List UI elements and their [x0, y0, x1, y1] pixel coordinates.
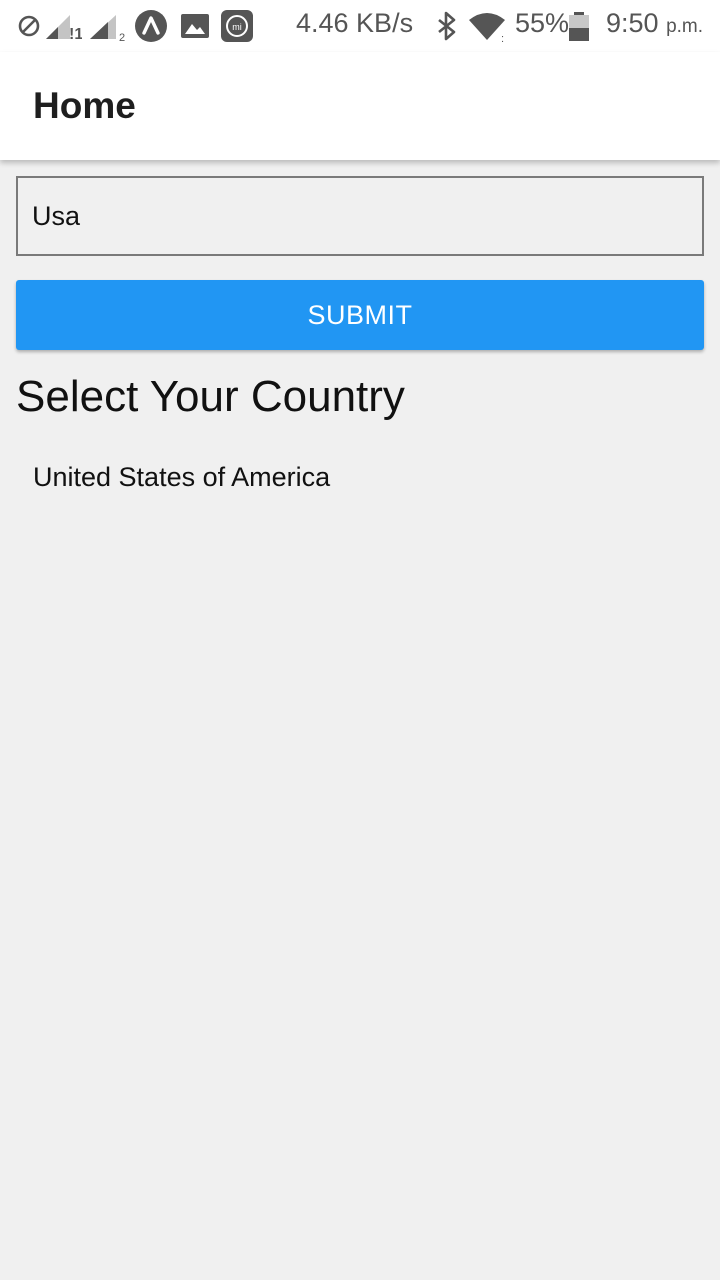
clock-suffix: p.m.	[666, 16, 704, 37]
wifi-icon: :	[469, 13, 505, 43]
mi-label: mi	[232, 22, 242, 32]
battery-icon	[569, 12, 589, 41]
svg-text::: :	[501, 33, 504, 43]
mi-icon: mi	[221, 10, 253, 42]
battery-percent: 55%	[515, 8, 570, 38]
sim2-label: 2	[119, 32, 125, 43]
country-search-box[interactable]	[16, 176, 704, 256]
bluetooth-icon	[438, 11, 456, 41]
app-a-icon	[135, 10, 167, 42]
signal-sim1-icon: !1	[46, 15, 82, 43]
country-list: United States of America	[0, 440, 720, 514]
clock: 9:50 p.m.	[606, 8, 703, 39]
country-list-item[interactable]: United States of America	[0, 440, 720, 514]
country-search-input[interactable]	[18, 178, 702, 254]
app-bar: Home	[0, 52, 720, 160]
image-icon	[181, 14, 209, 38]
net-speed: 4.46 KB/s	[296, 8, 414, 38]
status-bar: !1 2 mi 4.46 KB/s : 55% 9:50 p.m.	[0, 0, 720, 52]
section-title: Select Your Country	[16, 372, 405, 421]
clock-time: 9:50	[606, 8, 659, 38]
submit-button[interactable]: SUBMIT	[16, 280, 704, 350]
signal-sim2-icon: 2	[90, 15, 125, 43]
sim1-label: !1	[69, 26, 82, 43]
page-title: Home	[33, 85, 136, 126]
